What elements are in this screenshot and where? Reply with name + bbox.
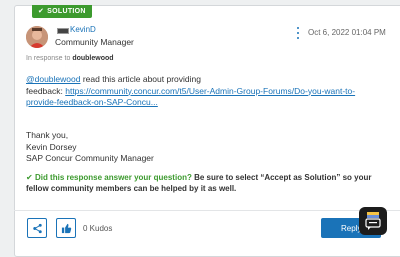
body-text: read this article about providing xyxy=(80,74,201,84)
thumbs-up-icon xyxy=(61,223,71,233)
rank-badge-icon xyxy=(57,28,69,34)
signature-line: Thank you, xyxy=(26,130,69,140)
accept-solution-note: ✔ Did this response answer your question… xyxy=(26,172,388,194)
feedback-link[interactable]: https://community.concur.com/t5/User-Adm… xyxy=(65,86,355,96)
message-body: @doublewood read this article about prov… xyxy=(26,74,386,109)
author-rank: Community Manager xyxy=(55,37,134,47)
accept-question: Did this response answer your question? xyxy=(34,173,192,182)
check-icon: ✔ xyxy=(26,173,35,182)
signature-line: Kevin Dorsey xyxy=(26,141,77,152)
in-response-to: In response to doublewood xyxy=(26,55,114,62)
in-response-prefix: In response to xyxy=(26,55,71,62)
kudo-button[interactable] xyxy=(56,218,76,238)
chat-widget-button[interactable] xyxy=(359,207,387,235)
feedback-label: feedback: xyxy=(26,85,66,96)
divider xyxy=(14,210,400,211)
post-date: Oct 6, 2022 01:04 PM xyxy=(308,28,386,37)
kudos-count: 0 Kudos xyxy=(83,224,113,233)
chat-icon xyxy=(365,212,381,230)
mention-link[interactable]: @doublewood xyxy=(26,74,80,84)
solution-badge: ✔ SOLUTION xyxy=(32,5,92,18)
check-icon: ✔ xyxy=(38,8,45,15)
signature-line: SAP Concur Community Manager xyxy=(26,153,154,163)
author-name-link[interactable]: KevinD xyxy=(70,25,96,34)
avatar[interactable] xyxy=(26,26,48,48)
feedback-link-continued[interactable]: provide-feedback-on-SAP-Concu... xyxy=(26,97,158,107)
more-vertical-icon[interactable] xyxy=(296,27,300,39)
share-icon xyxy=(32,223,42,233)
share-button[interactable] xyxy=(27,218,47,238)
signature: Thank you, Kevin Dorsey SAP Concur Commu… xyxy=(26,130,154,165)
solution-label: SOLUTION xyxy=(47,8,86,15)
in-response-user-link[interactable]: doublewood xyxy=(72,55,113,62)
